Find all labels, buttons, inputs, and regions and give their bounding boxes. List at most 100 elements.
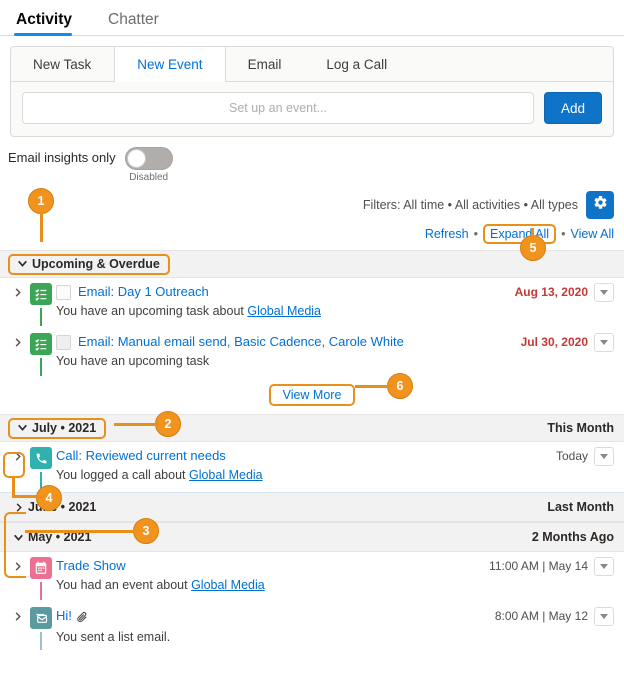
task-icon [30,333,52,355]
row-meta: Today [548,447,614,466]
timeline-row: Hi! 8:00 AM | May 12 You sent a list ema… [0,602,624,652]
row-meta: 11:00 AM | May 14 [481,557,614,576]
call-icon [30,447,52,469]
section-header-may-2021[interactable]: May • 2021 2 Months Ago [0,522,624,552]
chevron-down-icon [12,421,32,434]
row-stem [40,308,42,326]
section-title: May • 2021 [28,530,92,544]
composer-subtab-bar: New Task New Event Email Log a Call [11,47,613,82]
list-email-icon [30,607,52,629]
july-2021-highlight: July • 2021 [8,417,107,439]
row-title-line: Email: Manual email send, Basic Cadence,… [56,333,614,352]
row-subtitle-link[interactable]: Global Media [189,468,263,482]
row-icon-column [26,607,56,650]
row-icon-column [26,333,56,376]
composer-input-row: Add [11,82,613,136]
chevron-down-icon [12,257,32,270]
section-header-july-2021[interactable]: July • 2021 This Month [0,414,624,442]
row-expand-chevron[interactable] [8,447,26,490]
row-title-line: Hi! 8:00 AM | May 12 [56,607,614,628]
row-actions-menu-button[interactable] [594,607,614,626]
subtab-email[interactable]: Email [226,47,305,81]
row-meta: 8:00 AM | May 12 [487,607,614,626]
row-date: Today [555,449,588,463]
section-header-upcoming-overdue[interactable]: Upcoming & Overdue [0,250,624,278]
row-subtitle: You had an event about Global Media [56,577,614,594]
activity-timeline: Upcoming & Overdue Email: Day 1 Outreach… [0,250,624,652]
section-header-june-2021[interactable]: June • 2021 Last Month [0,492,624,522]
row-stem [40,632,42,650]
row-subtitle-text: You have an upcoming task [56,354,210,368]
row-subtitle: You logged a call about Global Media [56,467,614,484]
task-icon [30,283,52,305]
row-date: 11:00 AM | May 14 [489,559,588,573]
filters-row: Filters: All time • All activities • All… [0,183,624,219]
row-stem [40,582,42,600]
section-right-label: 2 Months Ago [531,530,614,544]
row-subtitle-text: You logged a call about [56,468,189,482]
expand-all-link[interactable]: Expand All [490,227,549,241]
toggle-knob [126,149,146,168]
task-checkbox[interactable] [56,335,71,350]
row-actions-menu-button[interactable] [594,447,614,466]
row-subtitle-link[interactable]: Global Media [191,578,265,592]
filter-settings-button[interactable] [586,191,614,219]
gear-icon [593,195,608,215]
add-button[interactable]: Add [544,92,602,124]
chevron-down-icon [600,340,608,345]
row-date: Aug 13, 2020 [514,285,588,299]
row-body: Trade Show 11:00 AM | May 14 You had an … [56,557,614,600]
view-more-row: View More [0,378,624,414]
row-title[interactable]: Email: Manual email send, Basic Cadence,… [78,333,404,351]
row-title-line: Email: Day 1 Outreach Aug 13, 2020 [56,283,614,302]
row-date: 8:00 AM | May 12 [494,609,588,623]
row-subtitle-link[interactable]: Global Media [247,304,321,318]
timeline-row: Call: Reviewed current needs Today You l… [0,442,624,492]
row-actions-menu-button[interactable] [594,333,614,352]
expand-all-highlight: Expand All [482,224,557,244]
email-insights-toggle[interactable] [124,147,173,170]
email-insights-label: Email insights only [8,150,116,165]
row-meta: Aug 13, 2020 [507,283,614,302]
timeline-row: Trade Show 11:00 AM | May 14 You had an … [0,552,624,602]
section-title: July • 2021 [32,420,97,435]
view-all-link[interactable]: View All [570,227,614,241]
link-separator-2: • [561,227,566,241]
row-icon-column [26,283,56,326]
row-subtitle-text: You sent a list email. [56,630,171,644]
row-actions-menu-button[interactable] [594,283,614,302]
row-stem [40,358,42,376]
timeline-links-row: Refresh • Expand All • View All [0,219,624,244]
filters-summary-text: Filters: All time • All activities • All… [362,198,578,212]
activity-timeline-panel: Activity Chatter New Task New Event Emai… [0,0,624,689]
event-icon [30,557,52,579]
row-title[interactable]: Email: Day 1 Outreach [78,283,209,301]
row-subtitle: You have an upcoming task [56,353,614,370]
chevron-down-icon [600,290,608,295]
row-expand-chevron[interactable] [8,557,26,600]
row-title[interactable]: Call: Reviewed current needs [56,447,226,465]
row-title[interactable]: Trade Show [56,557,126,575]
upcoming-overdue-highlight: Upcoming & Overdue [8,253,170,275]
email-insights-toggle-wrap: Disabled [124,147,173,183]
row-subtitle-text: You have an upcoming task about [56,304,248,318]
task-checkbox[interactable] [56,285,71,300]
subtab-new-event[interactable]: New Event [114,47,226,82]
section-right-label: Last Month [547,500,614,514]
row-title[interactable]: Hi! [56,607,72,625]
tab-chatter[interactable]: Chatter [106,11,175,36]
view-more-button[interactable]: View More [268,384,356,406]
row-expand-chevron[interactable] [8,607,26,650]
paperclip-icon [76,610,88,628]
refresh-link[interactable]: Refresh [425,227,469,241]
link-separator-1: • [473,227,478,241]
row-actions-menu-button[interactable] [594,557,614,576]
subtab-new-task[interactable]: New Task [11,47,114,81]
row-expand-chevron[interactable] [8,333,26,376]
tab-activity[interactable]: Activity [14,11,88,36]
row-stem [40,472,42,490]
subtab-log-a-call[interactable]: Log a Call [304,47,410,81]
activity-composer: New Task New Event Email Log a Call Add [10,46,614,137]
row-expand-chevron[interactable] [8,283,26,326]
event-setup-input[interactable] [22,92,534,124]
